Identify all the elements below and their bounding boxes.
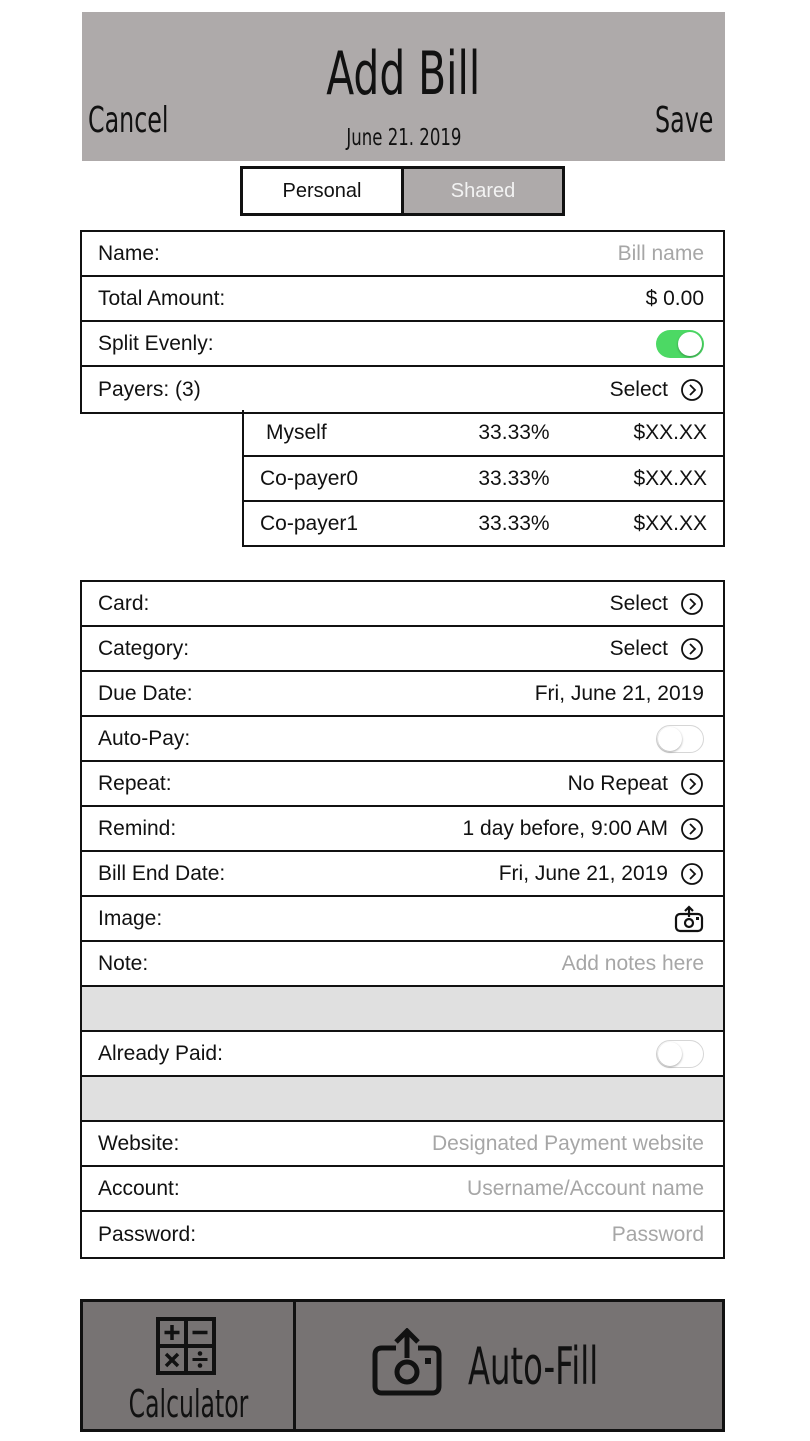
category-row[interactable]: Category: Select [82, 627, 723, 672]
payer-share: 33.33% [478, 511, 550, 535]
split-evenly-row: Split Evenly: [82, 322, 723, 367]
category-value: Select [609, 636, 668, 660]
auto-fill-button[interactable]: Auto-Fill [296, 1302, 722, 1429]
payer-row[interactable]: Co-payer1 33.33% $XX.XX [244, 500, 723, 545]
card-row[interactable]: Card: Select [82, 582, 723, 627]
payers-row[interactable]: Payers: (3) Select [82, 367, 723, 412]
due-date-label: Due Date: [98, 681, 193, 705]
card-label: Card: [98, 591, 150, 615]
split-evenly-label: Split Evenly: [98, 331, 214, 355]
bill-end-date-value: Fri, June 21, 2019 [498, 861, 668, 885]
note-row[interactable]: Note: Add notes here [82, 942, 723, 987]
calculator-label: Calculator [128, 1382, 248, 1426]
repeat-row[interactable]: Repeat: No Repeat [82, 762, 723, 807]
payers-select-label: Select [609, 377, 668, 401]
repeat-label: Repeat: [98, 771, 172, 795]
password-label: Password: [98, 1222, 197, 1246]
total-amount-input[interactable]: $ 0.00 [646, 287, 704, 311]
split-evenly-toggle[interactable] [656, 329, 704, 358]
auto-pay-label: Auto-Pay: [98, 726, 191, 750]
bill-end-date-label: Bill End Date: [98, 861, 226, 885]
payer-name: Myself [266, 420, 327, 444]
already-paid-toggle[interactable] [656, 1039, 704, 1068]
account-label: Account: [98, 1176, 180, 1200]
remind-row[interactable]: Remind: 1 day before, 9:00 AM [82, 807, 723, 852]
account-input[interactable]: Username/Account name [467, 1177, 704, 1201]
due-date-row[interactable]: Due Date: Fri, June 21, 2019 [82, 672, 723, 717]
website-label: Website: [98, 1131, 180, 1155]
name-row[interactable]: Name: Bill name [82, 232, 723, 277]
payer-name: Co-payer0 [260, 466, 359, 490]
bill-details-group: Card: Select Category: Select Due Date: … [80, 580, 725, 1259]
due-date-value[interactable]: Fri, June 21, 2019 [535, 682, 704, 706]
name-input[interactable]: Bill name [618, 242, 704, 266]
remind-label: Remind: [98, 816, 177, 840]
spacer-row [82, 987, 723, 1032]
chevron-right-circle-icon[interactable] [680, 862, 704, 886]
payer-row[interactable]: Co-payer0 33.33% $XX.XX [244, 455, 723, 500]
header-bar: Cancel Add Bill June 21. 2019 Save [82, 12, 725, 161]
chevron-right-circle-icon[interactable] [680, 592, 704, 616]
spacer-row [82, 1077, 723, 1122]
already-paid-row: Already Paid: [82, 1032, 723, 1077]
website-input[interactable]: Designated Payment website [432, 1132, 704, 1156]
payer-name: Co-payer1 [260, 511, 359, 535]
image-row: Image: [82, 897, 723, 942]
auto-pay-toggle[interactable] [656, 724, 704, 753]
already-paid-label: Already Paid: [98, 1041, 223, 1065]
payers-table: Myself 33.33% $XX.XX Co-payer0 33.33% $X… [242, 410, 725, 547]
payers-label: Payers: (3) [98, 377, 201, 401]
password-input[interactable]: Password [612, 1223, 704, 1247]
bill-basics-group: Name: Bill name Total Amount: $ 0.00 Spl… [80, 230, 725, 414]
calculator-icon [156, 1317, 216, 1375]
payer-amount: $XX.XX [633, 420, 707, 444]
chevron-right-circle-icon[interactable] [680, 772, 704, 796]
chevron-right-circle-icon[interactable] [680, 378, 704, 402]
payer-share: 33.33% [478, 420, 550, 444]
payer-share: 33.33% [478, 466, 550, 490]
segment-shared[interactable]: Shared [404, 169, 562, 213]
auto-pay-row: Auto-Pay: [82, 717, 723, 762]
bill-end-date-row[interactable]: Bill End Date: Fri, June 21, 2019 [82, 852, 723, 897]
password-row[interactable]: Password: Password [82, 1212, 723, 1257]
category-label: Category: [98, 636, 190, 660]
payer-row[interactable]: Myself 33.33% $XX.XX [244, 410, 723, 455]
website-row[interactable]: Website: Designated Payment website [82, 1122, 723, 1167]
account-row[interactable]: Account: Username/Account name [82, 1167, 723, 1212]
camera-upload-icon[interactable] [674, 904, 704, 933]
card-value: Select [609, 591, 668, 615]
save-button[interactable]: Save [625, 98, 713, 143]
total-amount-label: Total Amount: [98, 286, 226, 310]
repeat-value: No Repeat [567, 771, 668, 795]
payer-amount: $XX.XX [633, 511, 707, 535]
note-input[interactable]: Add notes here [562, 952, 704, 976]
total-amount-row[interactable]: Total Amount: $ 0.00 [82, 277, 723, 322]
note-label: Note: [98, 951, 149, 975]
bottom-action-bar: Calculator Auto-Fill [80, 1299, 725, 1432]
calculator-button[interactable]: Calculator [83, 1302, 296, 1429]
auto-fill-label: Auto-Fill [468, 1337, 599, 1397]
image-label: Image: [98, 906, 163, 930]
name-label: Name: [98, 241, 160, 265]
segment-personal[interactable]: Personal [243, 169, 404, 213]
bill-type-segmented-control: Personal Shared [240, 166, 565, 216]
remind-value: 1 day before, 9:00 AM [462, 816, 668, 840]
chevron-right-circle-icon[interactable] [680, 637, 704, 661]
camera-upload-icon [372, 1328, 442, 1396]
chevron-right-circle-icon[interactable] [680, 817, 704, 841]
payer-amount: $XX.XX [633, 466, 707, 490]
